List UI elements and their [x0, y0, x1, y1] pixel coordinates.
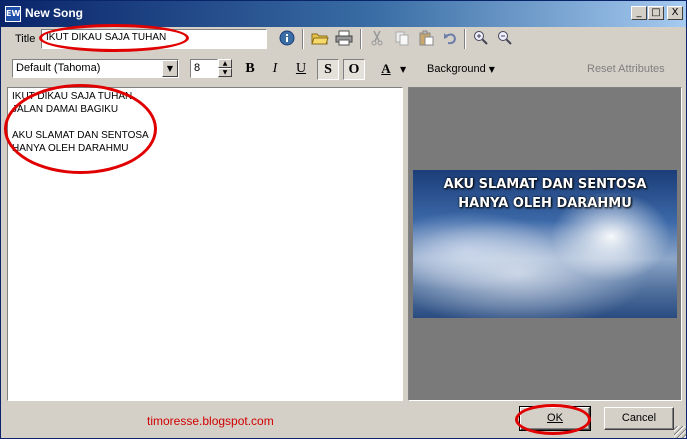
resize-grip[interactable] — [674, 426, 686, 438]
minimize-button[interactable]: _ — [631, 6, 647, 20]
font-size-input[interactable]: 8 — [190, 59, 218, 78]
editor-line: HANYA OLEH DARAHMU — [12, 143, 129, 154]
font-select[interactable]: Default (Tahoma) ▼ — [12, 59, 179, 78]
preview-panel: AKU SLAMAT DAN SENTOSA HANYA OLEH DARAHM… — [408, 87, 682, 401]
close-button[interactable]: X — [667, 6, 683, 20]
underline-button[interactable]: U — [290, 59, 312, 80]
font-size-spinner[interactable]: ▲ ▼ — [218, 59, 232, 78]
preview-line: AKU SLAMAT DAN SENTOSA — [443, 177, 647, 192]
watermark-text: timoresse.blogspot.com — [147, 414, 274, 428]
window-title: New Song — [25, 6, 84, 20]
reset-attributes-button[interactable]: Reset Attributes — [587, 63, 665, 75]
ok-label: OK — [547, 412, 563, 424]
print-icon[interactable] — [334, 30, 354, 48]
chevron-down-icon: ▼ — [488, 65, 495, 74]
lyrics-editor[interactable]: IKUT DIKAU SAJA TUHAN JALAN DAMAI BAGIKU… — [7, 87, 403, 401]
app-logo-icon: EW — [5, 6, 21, 22]
cancel-label: Cancel — [621, 412, 657, 424]
font-color-button[interactable]: A — [375, 59, 397, 80]
outline-button[interactable]: O — [343, 59, 365, 80]
title-input[interactable]: IKUT DIKAU SAJA TUHAN — [41, 29, 267, 49]
cancel-button[interactable]: Cancel — [604, 407, 674, 430]
editor-line: IKUT DIKAU SAJA TUHAN — [12, 91, 133, 102]
slide-preview: AKU SLAMAT DAN SENTOSA HANYA OLEH DARAHM… — [413, 170, 677, 318]
italic-button[interactable]: I — [264, 59, 286, 80]
background-label: Background — [427, 63, 486, 75]
toolbar-separator — [464, 29, 466, 49]
toolbar-separator — [360, 29, 362, 49]
shadow-button[interactable]: S — [317, 59, 339, 80]
editor-line: JALAN DAMAI BAGIKU — [12, 104, 119, 115]
zoom-in-icon[interactable] — [471, 30, 491, 48]
color-dropdown-icon[interactable]: ▼ — [400, 65, 406, 74]
editor-line: AKU SLAMAT DAN SENTOSA — [12, 130, 149, 141]
copy-icon[interactable] — [392, 30, 412, 48]
chevron-down-icon[interactable]: ▼ — [162, 60, 178, 77]
info-icon[interactable] — [277, 30, 297, 48]
title-bar[interactable]: EW New Song _ □ X — [1, 1, 686, 27]
paste-icon[interactable] — [416, 30, 436, 48]
new-song-window: EW New Song _ □ X Title IKUT DIKAU SAJA … — [0, 0, 687, 439]
maximize-button[interactable]: □ — [648, 6, 664, 20]
toolbar-separator — [302, 29, 304, 49]
ok-button[interactable]: OK — [519, 406, 591, 431]
background-button[interactable]: Background ▼ — [427, 63, 495, 75]
spin-down-icon[interactable]: ▼ — [218, 68, 232, 77]
cut-icon[interactable] — [367, 30, 387, 48]
spin-up-icon[interactable]: ▲ — [218, 59, 232, 68]
zoom-out-icon[interactable] — [495, 30, 515, 48]
font-select-value: Default (Tahoma) — [16, 62, 101, 74]
undo-icon[interactable] — [440, 30, 460, 48]
open-folder-icon[interactable] — [310, 30, 330, 48]
title-label: Title — [15, 33, 36, 45]
preview-line: HANYA OLEH DARAHMU — [458, 196, 632, 211]
bold-button[interactable]: B — [239, 59, 261, 80]
